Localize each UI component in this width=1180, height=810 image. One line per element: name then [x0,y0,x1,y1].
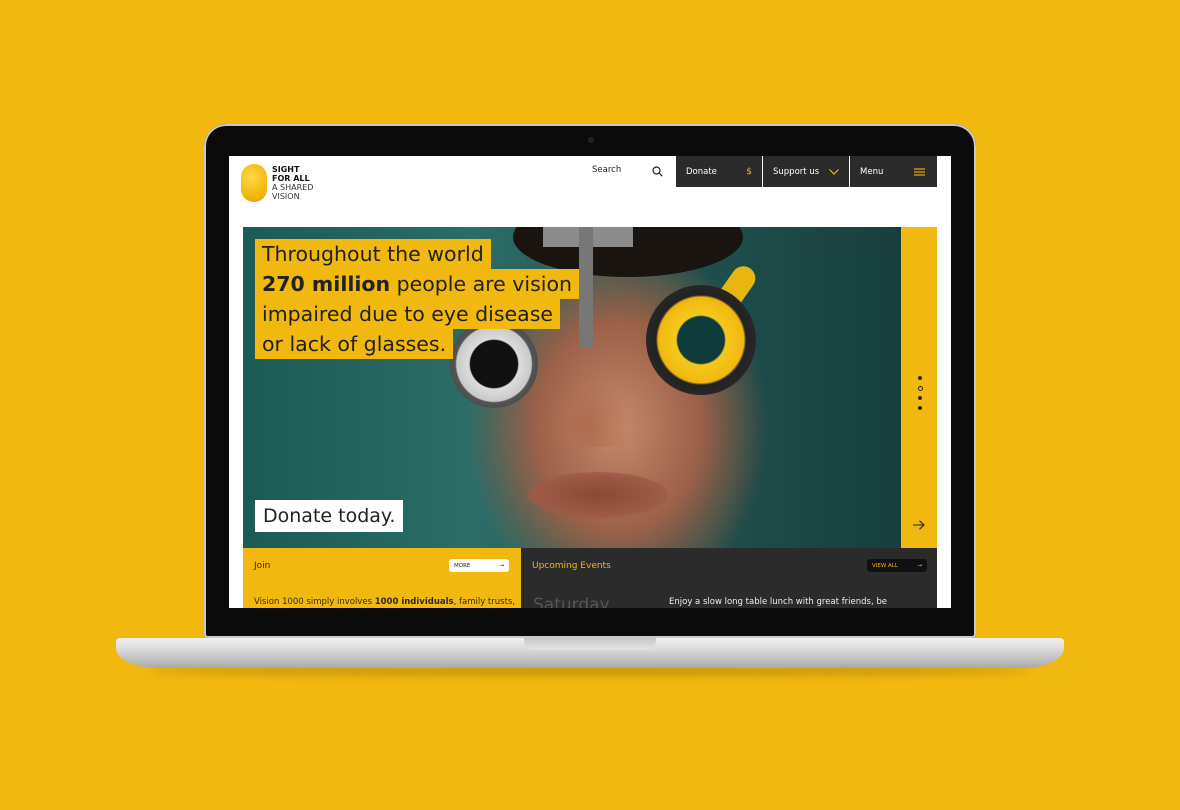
events-panel: Upcoming Events VIEW ALL → Saturday Enjo… [521,548,937,608]
join-title: Join [254,561,271,571]
donate-button[interactable]: Donate $ [676,156,762,187]
events-title: Upcoming Events [532,561,611,571]
search-link[interactable]: Search [592,165,621,175]
hamburger-icon [914,167,925,176]
logo-mark-icon [241,164,267,202]
camera-icon [588,137,594,143]
support-us-label: Support us [773,166,820,177]
hero-photo-lens-right [646,285,756,395]
donate-label: Donate [686,166,717,177]
menu-button[interactable]: Menu [850,156,937,187]
arrow-right-icon: → [917,562,922,569]
arrow-right-icon[interactable] [913,520,925,530]
chevron-down-icon [829,168,839,175]
site-logo[interactable]: SIGHT FOR ALL A SHARED VISION [241,164,313,202]
browser-viewport: SIGHT FOR ALL A SHARED VISION Search Don… [229,156,951,608]
laptop-chin [229,608,951,634]
donate-today-button[interactable]: Donate today. [255,500,404,532]
menu-label: Menu [860,166,884,177]
arrow-right-icon: → [499,562,504,569]
event-description[interactable]: Enjoy a slow long table lunch with great… [669,597,887,607]
hero-headline: Throughout the world 270 million people … [255,239,580,359]
join-panel: Join MORE → Vision 1000 simply involves … [243,548,521,608]
slide-dot-3[interactable] [918,396,922,400]
support-us-button[interactable]: Support us [763,156,849,187]
event-day: Saturday [533,595,610,608]
view-all-button[interactable]: VIEW ALL → [867,559,927,572]
logo-text: SIGHT FOR ALL A SHARED VISION [272,165,314,201]
slide-dot-2[interactable] [918,386,923,391]
laptop-notch [524,638,656,650]
search-icon[interactable] [652,166,663,177]
dollar-icon: $ [746,166,752,177]
hero-slider-rail [901,227,937,548]
slide-dot-4[interactable] [918,406,922,410]
join-description: Vision 1000 simply involves 1000 individ… [254,597,516,607]
more-button[interactable]: MORE → [449,559,509,572]
hero-photo-frame-post [579,227,593,347]
slide-dot-1[interactable] [918,376,922,380]
hero-banner: Throughout the world 270 million people … [243,227,901,548]
hero-photo-mouth [528,472,668,518]
hero-photo-nose [543,377,633,447]
